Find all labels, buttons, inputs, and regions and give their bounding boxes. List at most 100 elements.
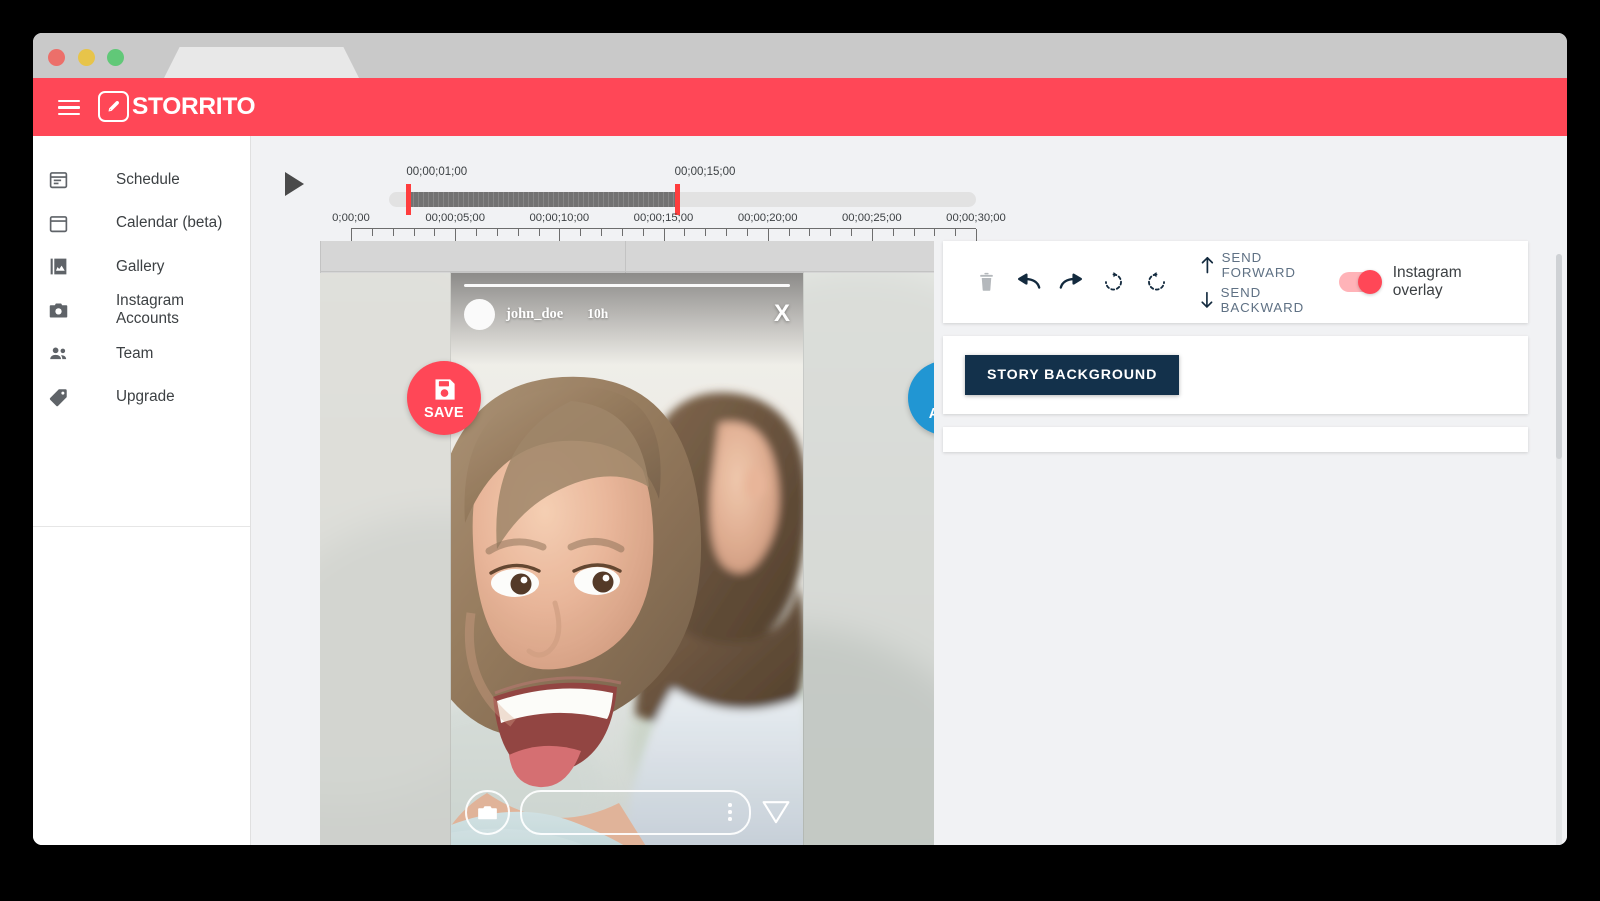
object-toolbar: SEND FORWARD SEND BACKWARD Instagram ove… bbox=[943, 241, 1528, 323]
play-icon[interactable] bbox=[285, 172, 304, 196]
ruler-tick bbox=[538, 229, 540, 236]
ruler-label: 00;00;10;00 bbox=[529, 212, 590, 224]
trash-icon[interactable] bbox=[965, 271, 1008, 293]
slider-handle-end[interactable] bbox=[674, 184, 680, 215]
calendar-icon bbox=[48, 211, 82, 235]
browser-window: STORRITO Schedule Calendar (beta) Galler… bbox=[33, 33, 1567, 845]
window-minimize-button[interactable] bbox=[78, 49, 95, 66]
ruler-tick bbox=[934, 229, 936, 236]
ruler-tick bbox=[830, 229, 832, 236]
ruler-tick bbox=[684, 229, 686, 236]
sidebar-item-upgrade[interactable]: Upgrade bbox=[33, 376, 250, 420]
ruler-tick bbox=[955, 229, 957, 236]
ruler-label: 00;00;20;00 bbox=[737, 212, 798, 224]
ruler-label: 00;00;15;00 bbox=[633, 212, 694, 224]
instagram-overlay-toggle[interactable] bbox=[1339, 270, 1382, 294]
sidebar-item-label: Instagram Accounts bbox=[115, 292, 184, 328]
send-forward-label: SEND FORWARD bbox=[1221, 249, 1296, 280]
story-canvas[interactable]: john_doe 10h X SAVE bbox=[320, 241, 934, 845]
send-backward-label: SEND BACKWARD bbox=[1220, 284, 1305, 315]
background-card: STORY BACKGROUND bbox=[943, 336, 1528, 414]
ruler-tick bbox=[851, 229, 852, 236]
story-photo bbox=[451, 273, 803, 845]
add-button-label: ADD bbox=[929, 406, 934, 422]
ruler-tick bbox=[371, 229, 373, 236]
send-paper-plane-icon[interactable] bbox=[761, 799, 791, 825]
camera-icon[interactable] bbox=[465, 789, 510, 835]
overlay-toggle-group: Instagram overlay bbox=[1339, 264, 1506, 300]
backdrop-right bbox=[802, 273, 934, 845]
ruler-tick bbox=[392, 229, 394, 236]
ruler-tick bbox=[601, 229, 602, 236]
brand-title: STORRITO bbox=[132, 92, 256, 120]
ruler-tick bbox=[809, 229, 811, 236]
timeline: 00;00;01;00 00;00;15;00 0;00;00 00;00;05;… bbox=[251, 136, 1006, 242]
save-button[interactable]: SAVE bbox=[407, 361, 481, 435]
ruler-tick bbox=[642, 229, 644, 236]
sidebar: Schedule Calendar (beta) Gallery Instagr… bbox=[33, 136, 250, 845]
ruler-tick bbox=[892, 229, 894, 236]
ruler-label: 00;00;30;00 bbox=[946, 212, 1006, 224]
gallery-image-icon bbox=[48, 255, 82, 279]
message-input[interactable] bbox=[520, 789, 751, 835]
hamburger-icon[interactable] bbox=[58, 100, 80, 116]
ruler-tick bbox=[621, 229, 623, 236]
close-icon[interactable]: X bbox=[774, 302, 790, 326]
tag-icon bbox=[48, 385, 82, 409]
schedule-calendar-icon bbox=[48, 168, 82, 192]
sidebar-item-schedule[interactable]: Schedule bbox=[33, 158, 250, 202]
window-maximize-button[interactable] bbox=[107, 49, 124, 66]
undo-arrow-icon[interactable] bbox=[1008, 272, 1051, 292]
window-close-button[interactable] bbox=[48, 49, 65, 66]
range-start-label: 00;00;01;00 bbox=[406, 166, 468, 178]
ruler-tick bbox=[788, 229, 790, 236]
browser-tab[interactable] bbox=[164, 47, 359, 78]
layer-order-controls: SEND FORWARD SEND BACKWARD bbox=[1200, 250, 1339, 315]
ruler-tick bbox=[580, 229, 582, 236]
sidebar-item-gallery[interactable]: Gallery bbox=[33, 245, 250, 289]
story-preview[interactable]: john_doe 10h X bbox=[451, 273, 803, 845]
sidebar-item-label: Upgrade bbox=[116, 388, 175, 406]
story-background-button[interactable]: STORY BACKGROUND bbox=[965, 355, 1180, 395]
screen: STORRITO Schedule Calendar (beta) Galler… bbox=[0, 0, 1600, 901]
sidebar-nav: Schedule Calendar (beta) Gallery Instagr… bbox=[33, 136, 250, 419]
sidebar-divider bbox=[33, 526, 250, 527]
sidebar-item-calendar[interactable]: Calendar (beta) bbox=[33, 202, 250, 246]
slider-selected-range[interactable] bbox=[408, 192, 677, 207]
instagram-overlay-label: Instagram overlay bbox=[1392, 264, 1462, 299]
vertical-scrollbar[interactable] bbox=[1556, 254, 1562, 845]
slider-handle-start[interactable] bbox=[406, 184, 412, 215]
sidebar-item-team[interactable]: Team bbox=[33, 332, 250, 376]
rotate-right-icon[interactable] bbox=[1135, 271, 1178, 293]
ruler-tick bbox=[746, 229, 748, 236]
ruler-tick bbox=[913, 229, 915, 236]
camera-icon bbox=[48, 298, 82, 322]
sidebar-item-label: Gallery bbox=[116, 257, 165, 275]
ruler-label: 00;00;25;00 bbox=[841, 212, 902, 224]
range-end-label: 00;00;15;00 bbox=[674, 166, 736, 178]
app-header: STORRITO bbox=[33, 78, 1567, 136]
ruler-tick bbox=[705, 229, 707, 236]
sidebar-item-instagram-accounts[interactable]: Instagram Accounts bbox=[33, 289, 250, 333]
workspace: 00;00;01;00 00;00;15;00 0;00;00 00;00;05;… bbox=[251, 136, 1567, 845]
window-chrome bbox=[33, 33, 1567, 78]
sidebar-item-label: Team bbox=[116, 344, 154, 362]
send-forward-button[interactable]: SEND FORWARD bbox=[1200, 250, 1339, 280]
ruler-tick bbox=[476, 229, 477, 236]
scrollbar-thumb[interactable] bbox=[1556, 254, 1562, 459]
editor-panel: SEND FORWARD SEND BACKWARD Instagram ove… bbox=[943, 241, 1528, 845]
send-backward-button[interactable]: SEND BACKWARD bbox=[1200, 285, 1339, 315]
sidebar-item-label: Calendar (beta) bbox=[116, 214, 223, 232]
save-button-label: SAVE bbox=[423, 404, 464, 421]
redo-arrow-icon[interactable] bbox=[1050, 272, 1093, 292]
people-icon bbox=[48, 342, 82, 366]
more-vertical-icon[interactable] bbox=[728, 803, 732, 821]
storrito-logo-icon bbox=[98, 91, 129, 122]
rotate-left-icon[interactable] bbox=[1093, 271, 1136, 293]
backdrop-left bbox=[320, 273, 452, 845]
brand[interactable]: STORRITO bbox=[98, 91, 256, 122]
timeline-range-slider[interactable]: 00;00;01;00 00;00;15;00 bbox=[389, 166, 976, 215]
ruler-label: 0;00;00 bbox=[332, 212, 370, 224]
ruler-tick bbox=[413, 229, 415, 236]
ruler-tick bbox=[517, 229, 519, 236]
